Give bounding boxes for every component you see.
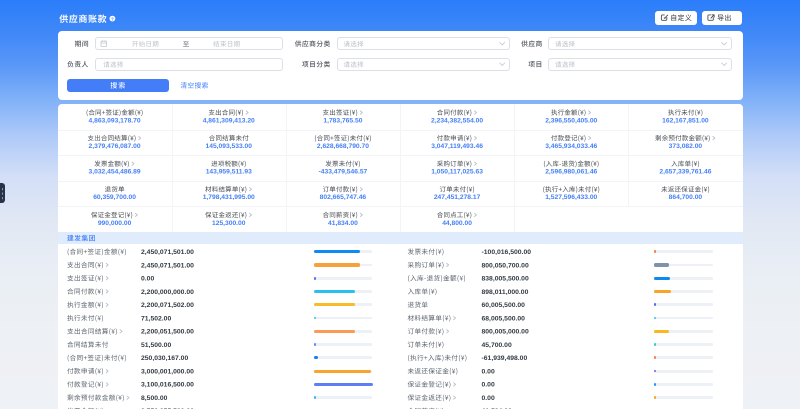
svg-text:162,167,851.00: 162,167,851.00 <box>662 117 709 124</box>
svg-text:2,450,071,501.00: 2,450,071,501.00 <box>141 249 194 256</box>
svg-text:1,798,431,995.00: 1,798,431,995.00 <box>203 194 255 201</box>
svg-text:2,657,339,761.46: 2,657,339,761.46 <box>659 169 711 176</box>
svg-text:373,082.00: 373,082.00 <box>669 143 703 150</box>
svg-text:2,396,550,405.00: 2,396,550,405.00 <box>545 117 597 124</box>
svg-text:-433,479,546.57: -433,479,546.57 <box>319 169 368 176</box>
svg-text:3,465,934,033.46: 3,465,934,033.46 <box>545 143 597 150</box>
svg-text:145,093,533.00: 145,093,533.00 <box>206 143 253 150</box>
svg-text:802,665,747.46: 802,665,747.46 <box>320 194 367 201</box>
svg-text:800,005,000.00: 800,005,000.00 <box>482 329 529 336</box>
svg-text:8,500.00: 8,500.00 <box>141 395 168 402</box>
svg-text:1,050,117,025.63: 1,050,117,025.63 <box>431 169 483 176</box>
svg-text:143,959,511.93: 143,959,511.93 <box>206 169 252 176</box>
svg-text:-100,016,500.00: -100,016,500.00 <box>482 249 532 256</box>
svg-text:0.00: 0.00 <box>141 276 154 283</box>
svg-text:250,030,167.00: 250,030,167.00 <box>141 355 188 362</box>
svg-text:2,200,071,502.00: 2,200,071,502.00 <box>141 302 194 309</box>
svg-text:71,502.00: 71,502.00 <box>141 315 171 322</box>
svg-text:0.00: 0.00 <box>482 395 495 402</box>
svg-text:0.00: 0.00 <box>482 368 495 375</box>
svg-text:41,834.00: 41,834.00 <box>328 220 358 227</box>
svg-text:800,050,700.00: 800,050,700.00 <box>482 262 529 269</box>
svg-text:838,005,500.00: 838,005,500.00 <box>482 276 529 283</box>
svg-text:247,451,278.17: 247,451,278.17 <box>434 194 481 201</box>
svg-text:2,379,476,087.00: 2,379,476,087.00 <box>89 143 141 150</box>
svg-text:60,359,700.00: 60,359,700.00 <box>93 194 136 201</box>
svg-text:51,500.00: 51,500.00 <box>141 342 171 349</box>
svg-text:?: ? <box>111 16 114 21</box>
svg-text:1,783,765.50: 1,783,765.50 <box>323 117 362 124</box>
svg-text:0.00: 0.00 <box>482 382 495 389</box>
svg-text:44,800.00: 44,800.00 <box>442 220 472 227</box>
svg-text:864,700.00: 864,700.00 <box>669 194 703 201</box>
svg-text:2,628,668,790.70: 2,628,668,790.70 <box>317 143 369 150</box>
svg-text:3,032,454,486.89: 3,032,454,486.89 <box>89 169 141 176</box>
svg-text:3,100,016,500.00: 3,100,016,500.00 <box>141 382 194 389</box>
svg-text:68,005,500.00: 68,005,500.00 <box>482 315 526 322</box>
svg-text:2,234,382,554.00: 2,234,382,554.00 <box>431 117 483 124</box>
svg-text:990,000.00: 990,000.00 <box>98 220 132 227</box>
svg-text:125,300.00: 125,300.00 <box>212 220 246 227</box>
svg-text:898,011,000.00: 898,011,000.00 <box>482 289 529 296</box>
svg-text:45,700.00: 45,700.00 <box>482 342 512 349</box>
svg-text:2,450,071,501.00: 2,450,071,501.00 <box>141 262 194 269</box>
svg-text:2,596,980,061.46: 2,596,980,061.46 <box>545 169 597 176</box>
svg-text:3,047,119,493.46: 3,047,119,493.46 <box>431 143 483 150</box>
svg-text:4,863,093,178.70: 4,863,093,178.70 <box>89 117 141 124</box>
svg-text:-61,939,498.00: -61,939,498.00 <box>482 355 528 362</box>
svg-text:3,000,001,000.00: 3,000,001,000.00 <box>141 368 194 375</box>
svg-text:4,861,309,413.20: 4,861,309,413.20 <box>203 117 255 124</box>
svg-text:60,005,500.00: 60,005,500.00 <box>482 302 526 309</box>
svg-text:2,200,051,500.00: 2,200,051,500.00 <box>141 329 194 336</box>
svg-text:1,527,596,433.00: 1,527,596,433.00 <box>545 194 597 201</box>
svg-text:2,200,000,000.00: 2,200,000,000.00 <box>141 289 194 296</box>
